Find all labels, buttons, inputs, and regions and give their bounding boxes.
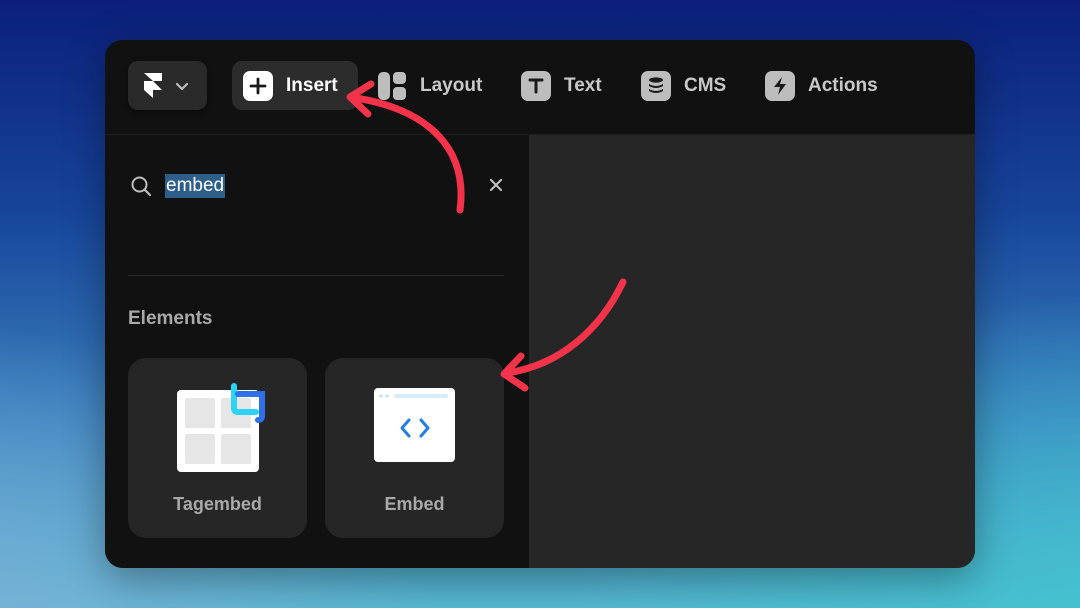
close-icon[interactable]: [488, 177, 504, 193]
tab-layout-label: Layout: [420, 74, 483, 96]
tab-text[interactable]: Text: [521, 61, 602, 110]
text-icon: [521, 70, 551, 101]
divider: [128, 275, 504, 276]
element-card-tagembed[interactable]: Tagembed: [128, 358, 307, 538]
embed-code-icon: [374, 388, 455, 462]
database-icon: [641, 70, 671, 101]
canvas-area: [529, 135, 975, 568]
tab-actions[interactable]: Actions: [765, 61, 878, 110]
search-input[interactable]: embed: [165, 174, 226, 198]
section-title-elements: Elements: [128, 308, 213, 329]
tab-text-label: Text: [564, 74, 602, 96]
search-icon: [131, 176, 152, 197]
search-bar: embed: [128, 171, 504, 201]
tagembed-icon: [177, 383, 265, 472]
framer-window: Insert Layout Text CMS Actions embed Ele…: [105, 40, 975, 568]
element-card-label: Embed: [384, 494, 445, 514]
tab-cms[interactable]: CMS: [641, 61, 726, 110]
chevron-down-icon: [175, 82, 189, 91]
framer-logo-icon: [144, 73, 162, 98]
tab-layout[interactable]: Layout: [377, 61, 482, 110]
element-card-embed[interactable]: Embed: [325, 358, 504, 538]
tab-cms-label: CMS: [684, 74, 727, 96]
plus-icon: [243, 70, 273, 101]
element-card-label: Tagembed: [173, 494, 262, 514]
toolbar: Insert Layout Text CMS Actions: [105, 40, 975, 135]
tab-insert-label: Insert: [286, 74, 338, 96]
insert-panel: embed Elements Tagembed Embed: [105, 135, 529, 568]
tab-insert[interactable]: Insert: [232, 61, 358, 110]
lightning-icon: [765, 70, 795, 101]
logo-menu-button[interactable]: [128, 61, 207, 110]
layout-icon: [377, 71, 407, 101]
tab-actions-label: Actions: [808, 74, 878, 96]
